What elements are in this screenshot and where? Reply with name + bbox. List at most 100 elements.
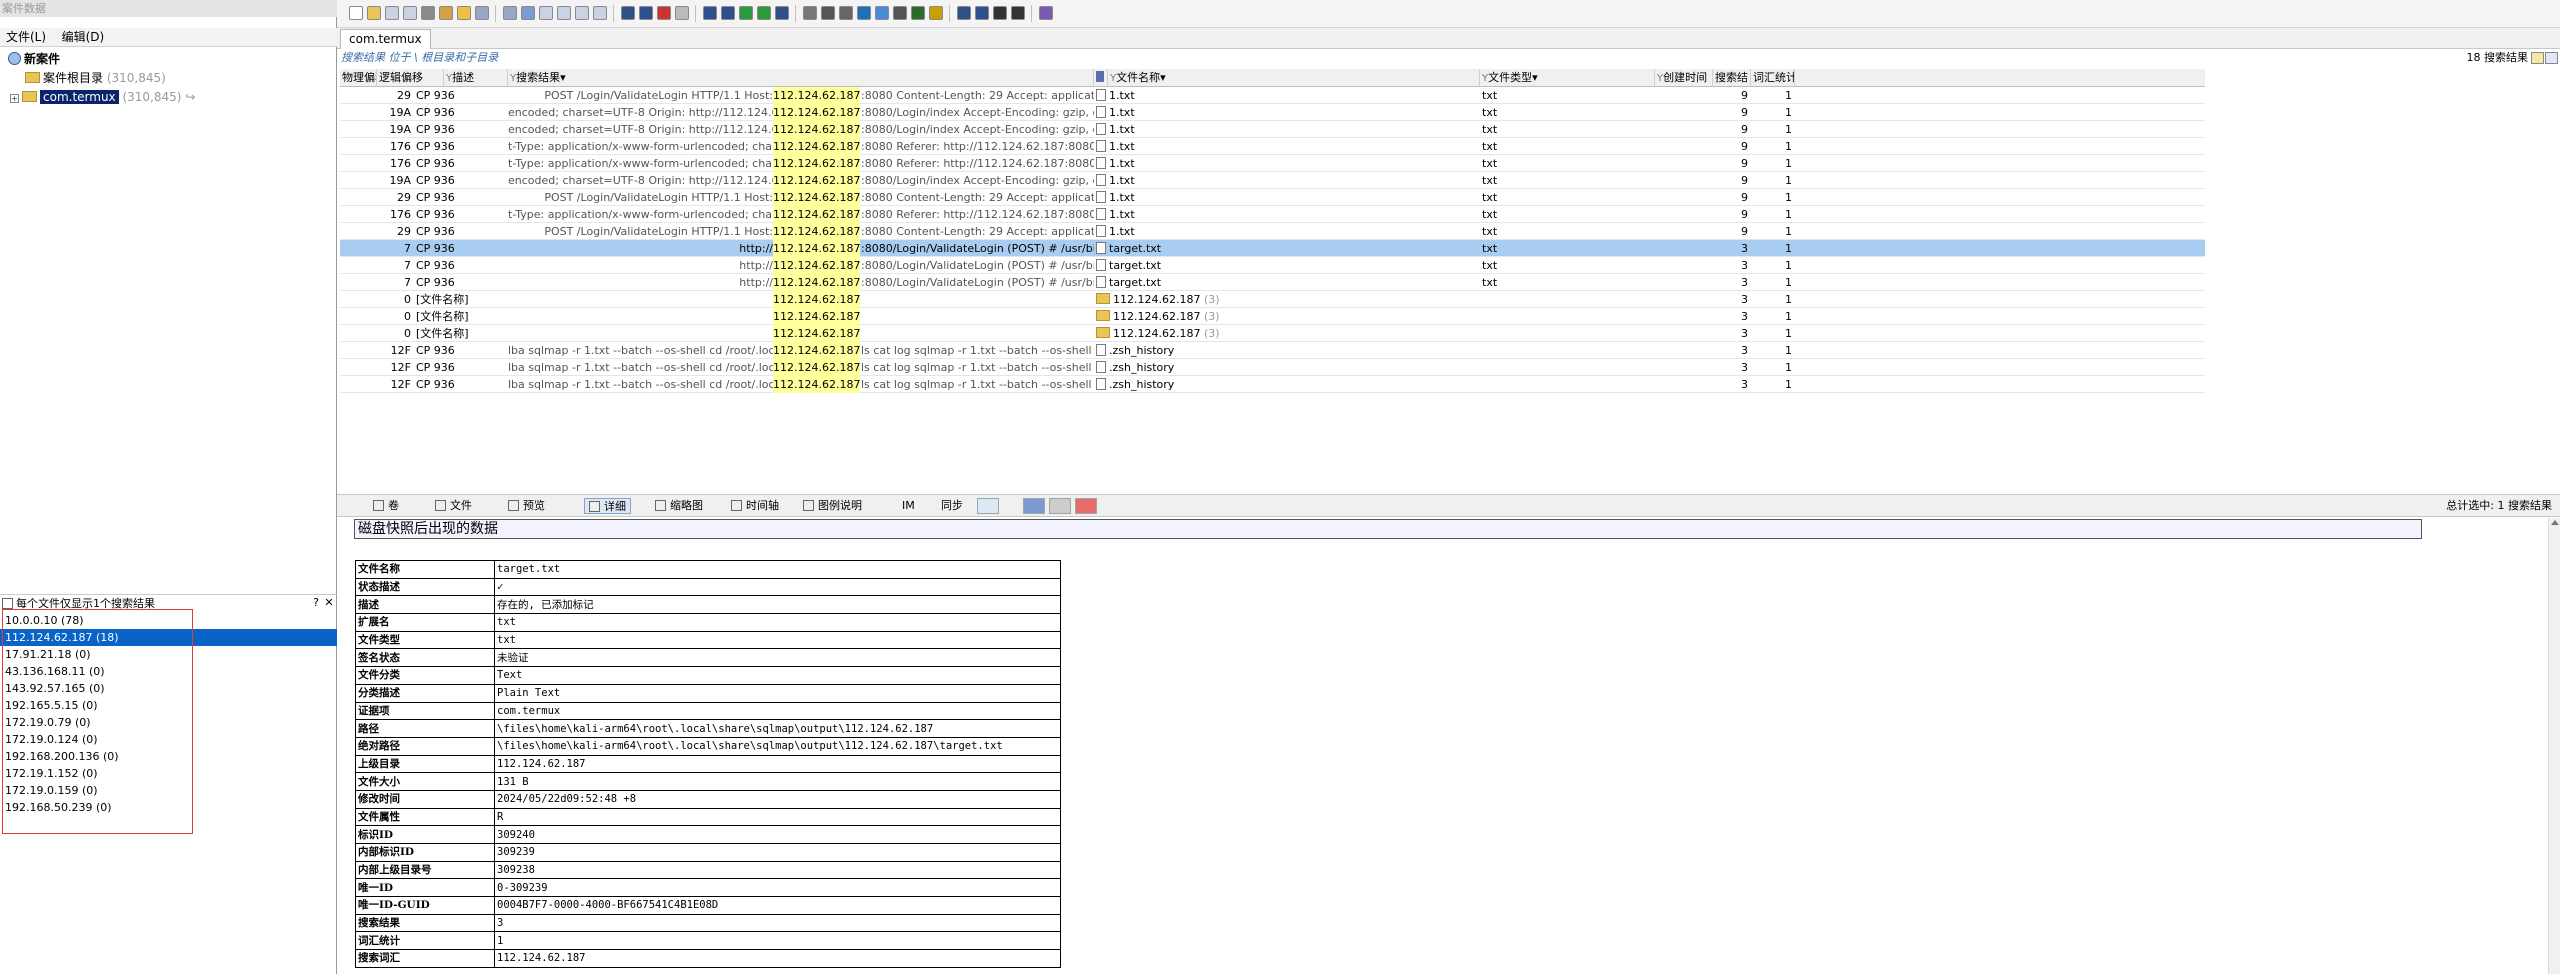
toolbar-button-icon[interactable] bbox=[557, 6, 571, 20]
view-tool-icon[interactable] bbox=[1049, 498, 1071, 514]
toolbar-button-icon[interactable] bbox=[757, 6, 771, 20]
toolbar-button-icon[interactable] bbox=[575, 6, 589, 20]
search-term-item[interactable]: 43.136.168.11 (0) bbox=[0, 663, 337, 680]
table-row[interactable]: 29 CP 936 POST /Login/ValidateLogin HTTP/1… bbox=[340, 87, 2205, 104]
grid-col-hits[interactable]: 搜索结 bbox=[1713, 69, 1751, 87]
tab-com-termux[interactable]: com.termux bbox=[340, 29, 431, 49]
grid-col-search-hit[interactable]: Y搜索结果▾ bbox=[508, 69, 1094, 87]
toolbar-button-icon[interactable] bbox=[403, 6, 417, 20]
table-row[interactable]: 7 CP 936 http://112.124.62.187:8080/Login/… bbox=[340, 274, 2205, 291]
grid-col-created[interactable]: Y创建时间 bbox=[1655, 69, 1713, 87]
toolbar-button-icon[interactable] bbox=[521, 6, 535, 20]
toolbar-button-icon[interactable] bbox=[911, 6, 925, 20]
view-tab[interactable]: 文件 bbox=[431, 498, 476, 514]
view-tool-icon[interactable] bbox=[1075, 498, 1097, 514]
table-row[interactable]: 0 [文件名称] 112.124.62.187 112.124.62.187 (3) 3… bbox=[340, 291, 2205, 308]
toolbar-button-icon[interactable] bbox=[721, 6, 735, 20]
grid-col-logical-offset[interactable]: 逻辑偏移 bbox=[377, 69, 444, 87]
search-term-item[interactable]: 172.19.1.152 (0) bbox=[0, 765, 337, 782]
grid-col-icon[interactable] bbox=[1094, 69, 1108, 87]
toolbar-button-icon[interactable] bbox=[893, 6, 907, 20]
expand-icon[interactable]: + bbox=[10, 94, 19, 103]
view-tab[interactable]: 预览 bbox=[504, 498, 549, 514]
search-term-item[interactable]: 10.0.0.10 (78) bbox=[0, 612, 337, 629]
toolbar-button-icon[interactable] bbox=[1039, 6, 1053, 20]
table-row[interactable]: 12F CP 936 lba sqlmap -r 1.txt --batch --o… bbox=[340, 359, 2205, 376]
tree-item-evidence[interactable]: + com.termux (310,845) ↪ bbox=[10, 88, 195, 106]
sort-arrow-icon[interactable]: ▾ bbox=[1532, 71, 1538, 84]
breadcrumb[interactable]: 搜索结果 位于 \ 根目录和子目录 bbox=[341, 51, 498, 65]
layout-icon[interactable] bbox=[2531, 52, 2544, 64]
toolbar-button-icon[interactable] bbox=[367, 6, 381, 20]
toolbar-button-icon[interactable] bbox=[421, 6, 435, 20]
search-term-item[interactable]: 172.19.0.159 (0) bbox=[0, 782, 337, 799]
view-tab[interactable]: IM bbox=[898, 498, 919, 514]
table-row[interactable]: 29 CP 936 POST /Login/ValidateLogin HTTP/1… bbox=[340, 223, 2205, 240]
tree-item-case-root[interactable]: 案件根目录 (310,845) bbox=[25, 69, 166, 87]
search-term-item[interactable]: 192.168.50.239 (0) bbox=[0, 799, 337, 816]
toolbar-button-icon[interactable] bbox=[621, 6, 635, 20]
toolbar-button-icon[interactable] bbox=[703, 6, 717, 20]
toolbar-button-icon[interactable] bbox=[593, 6, 607, 20]
table-row[interactable]: 0 [文件名称] 112.124.62.187 112.124.62.187 (3) 3… bbox=[340, 308, 2205, 325]
toolbar-button-icon[interactable] bbox=[875, 6, 889, 20]
view-tool-icon[interactable] bbox=[977, 498, 999, 514]
sort-arrow-icon[interactable]: ▾ bbox=[560, 71, 566, 84]
toolbar-button-icon[interactable] bbox=[439, 6, 453, 20]
tree-root[interactable]: 新案件 bbox=[8, 50, 60, 68]
toolbar-button-icon[interactable] bbox=[957, 6, 971, 20]
search-term-item[interactable]: 143.92.57.165 (0) bbox=[0, 680, 337, 697]
toolbar-button-icon[interactable] bbox=[821, 6, 835, 20]
help-button[interactable]: ? bbox=[310, 596, 322, 610]
toolbar-button-icon[interactable] bbox=[803, 6, 817, 20]
toolbar-button-icon[interactable] bbox=[975, 6, 989, 20]
search-term-item[interactable]: 17.91.21.18 (0) bbox=[0, 646, 337, 663]
view-tab[interactable]: 时间轴 bbox=[727, 498, 783, 514]
search-term-item[interactable]: 172.19.0.79 (0) bbox=[0, 714, 337, 731]
grid-col-description[interactable]: Y描述 bbox=[444, 69, 508, 87]
toolbar-button-icon[interactable] bbox=[993, 6, 1007, 20]
view-tab[interactable]: 详细 bbox=[584, 498, 631, 514]
view-tab[interactable]: 卷 bbox=[369, 498, 403, 514]
grid-col-physical-offset[interactable]: 物理偏移 bbox=[340, 69, 377, 87]
toolbar-button-icon[interactable] bbox=[503, 6, 517, 20]
toolbar-button-icon[interactable] bbox=[457, 6, 471, 20]
table-row[interactable]: 19A CP 936 encoded; charset=UTF-8 Origin: … bbox=[340, 104, 2205, 121]
grid-col-file-name[interactable]: Y文件名称▾ bbox=[1108, 69, 1480, 87]
grid-col-word-count[interactable]: 词汇统计 bbox=[1751, 69, 1795, 87]
toolbar-button-icon[interactable] bbox=[739, 6, 753, 20]
toolbar-button-icon[interactable] bbox=[349, 6, 363, 20]
view-tab[interactable]: 缩略图 bbox=[651, 498, 707, 514]
search-term-item[interactable]: 192.165.5.15 (0) bbox=[0, 697, 337, 714]
close-button[interactable]: ✕ bbox=[323, 596, 335, 610]
toolbar-button-icon[interactable] bbox=[929, 6, 943, 20]
toolbar-button-icon[interactable] bbox=[657, 6, 671, 20]
view-tool-icon[interactable] bbox=[1023, 498, 1045, 514]
one-hit-per-file-checkbox[interactable] bbox=[2, 598, 13, 609]
toolbar-button-icon[interactable] bbox=[857, 6, 871, 20]
table-row[interactable]: 176 CP 936 t-Type: application/x-www-form-… bbox=[340, 155, 2205, 172]
toolbar-button-icon[interactable] bbox=[839, 6, 853, 20]
toolbar-button-icon[interactable] bbox=[775, 6, 789, 20]
menu-file[interactable]: 文件(L) bbox=[0, 28, 52, 47]
table-row[interactable]: 19A CP 936 encoded; charset=UTF-8 Origin: … bbox=[340, 172, 2205, 189]
table-row[interactable]: 29 CP 936 POST /Login/ValidateLogin HTTP/1… bbox=[340, 189, 2205, 206]
table-row[interactable]: 19A CP 936 encoded; charset=UTF-8 Origin: … bbox=[340, 121, 2205, 138]
panel-icon[interactable] bbox=[2545, 52, 2558, 64]
scroll-up-icon[interactable] bbox=[2551, 520, 2559, 525]
table-row[interactable]: 12F CP 936 lba sqlmap -r 1.txt --batch --o… bbox=[340, 342, 2205, 359]
menu-edit[interactable]: 编辑(D) bbox=[56, 28, 111, 47]
toolbar-button-icon[interactable] bbox=[675, 6, 689, 20]
view-tab[interactable]: 图例说明 bbox=[799, 498, 866, 514]
search-term-item[interactable]: 192.168.200.136 (0) bbox=[0, 748, 337, 765]
details-scrollbar[interactable] bbox=[2548, 518, 2560, 974]
toolbar-button-icon[interactable] bbox=[475, 6, 489, 20]
toolbar-button-icon[interactable] bbox=[639, 6, 653, 20]
toolbar-button-icon[interactable] bbox=[1011, 6, 1025, 20]
toolbar-button-icon[interactable] bbox=[385, 6, 399, 20]
table-row[interactable]: 7 CP 936 http://112.124.62.187:8080/Login/… bbox=[340, 240, 2205, 257]
search-term-item[interactable]: 172.19.0.124 (0) bbox=[0, 731, 337, 748]
view-tab[interactable]: 同步 bbox=[937, 498, 967, 514]
search-term-item[interactable]: 112.124.62.187 (18) bbox=[0, 629, 337, 646]
table-row[interactable]: 12F CP 936 lba sqlmap -r 1.txt --batch --o… bbox=[340, 376, 2205, 393]
